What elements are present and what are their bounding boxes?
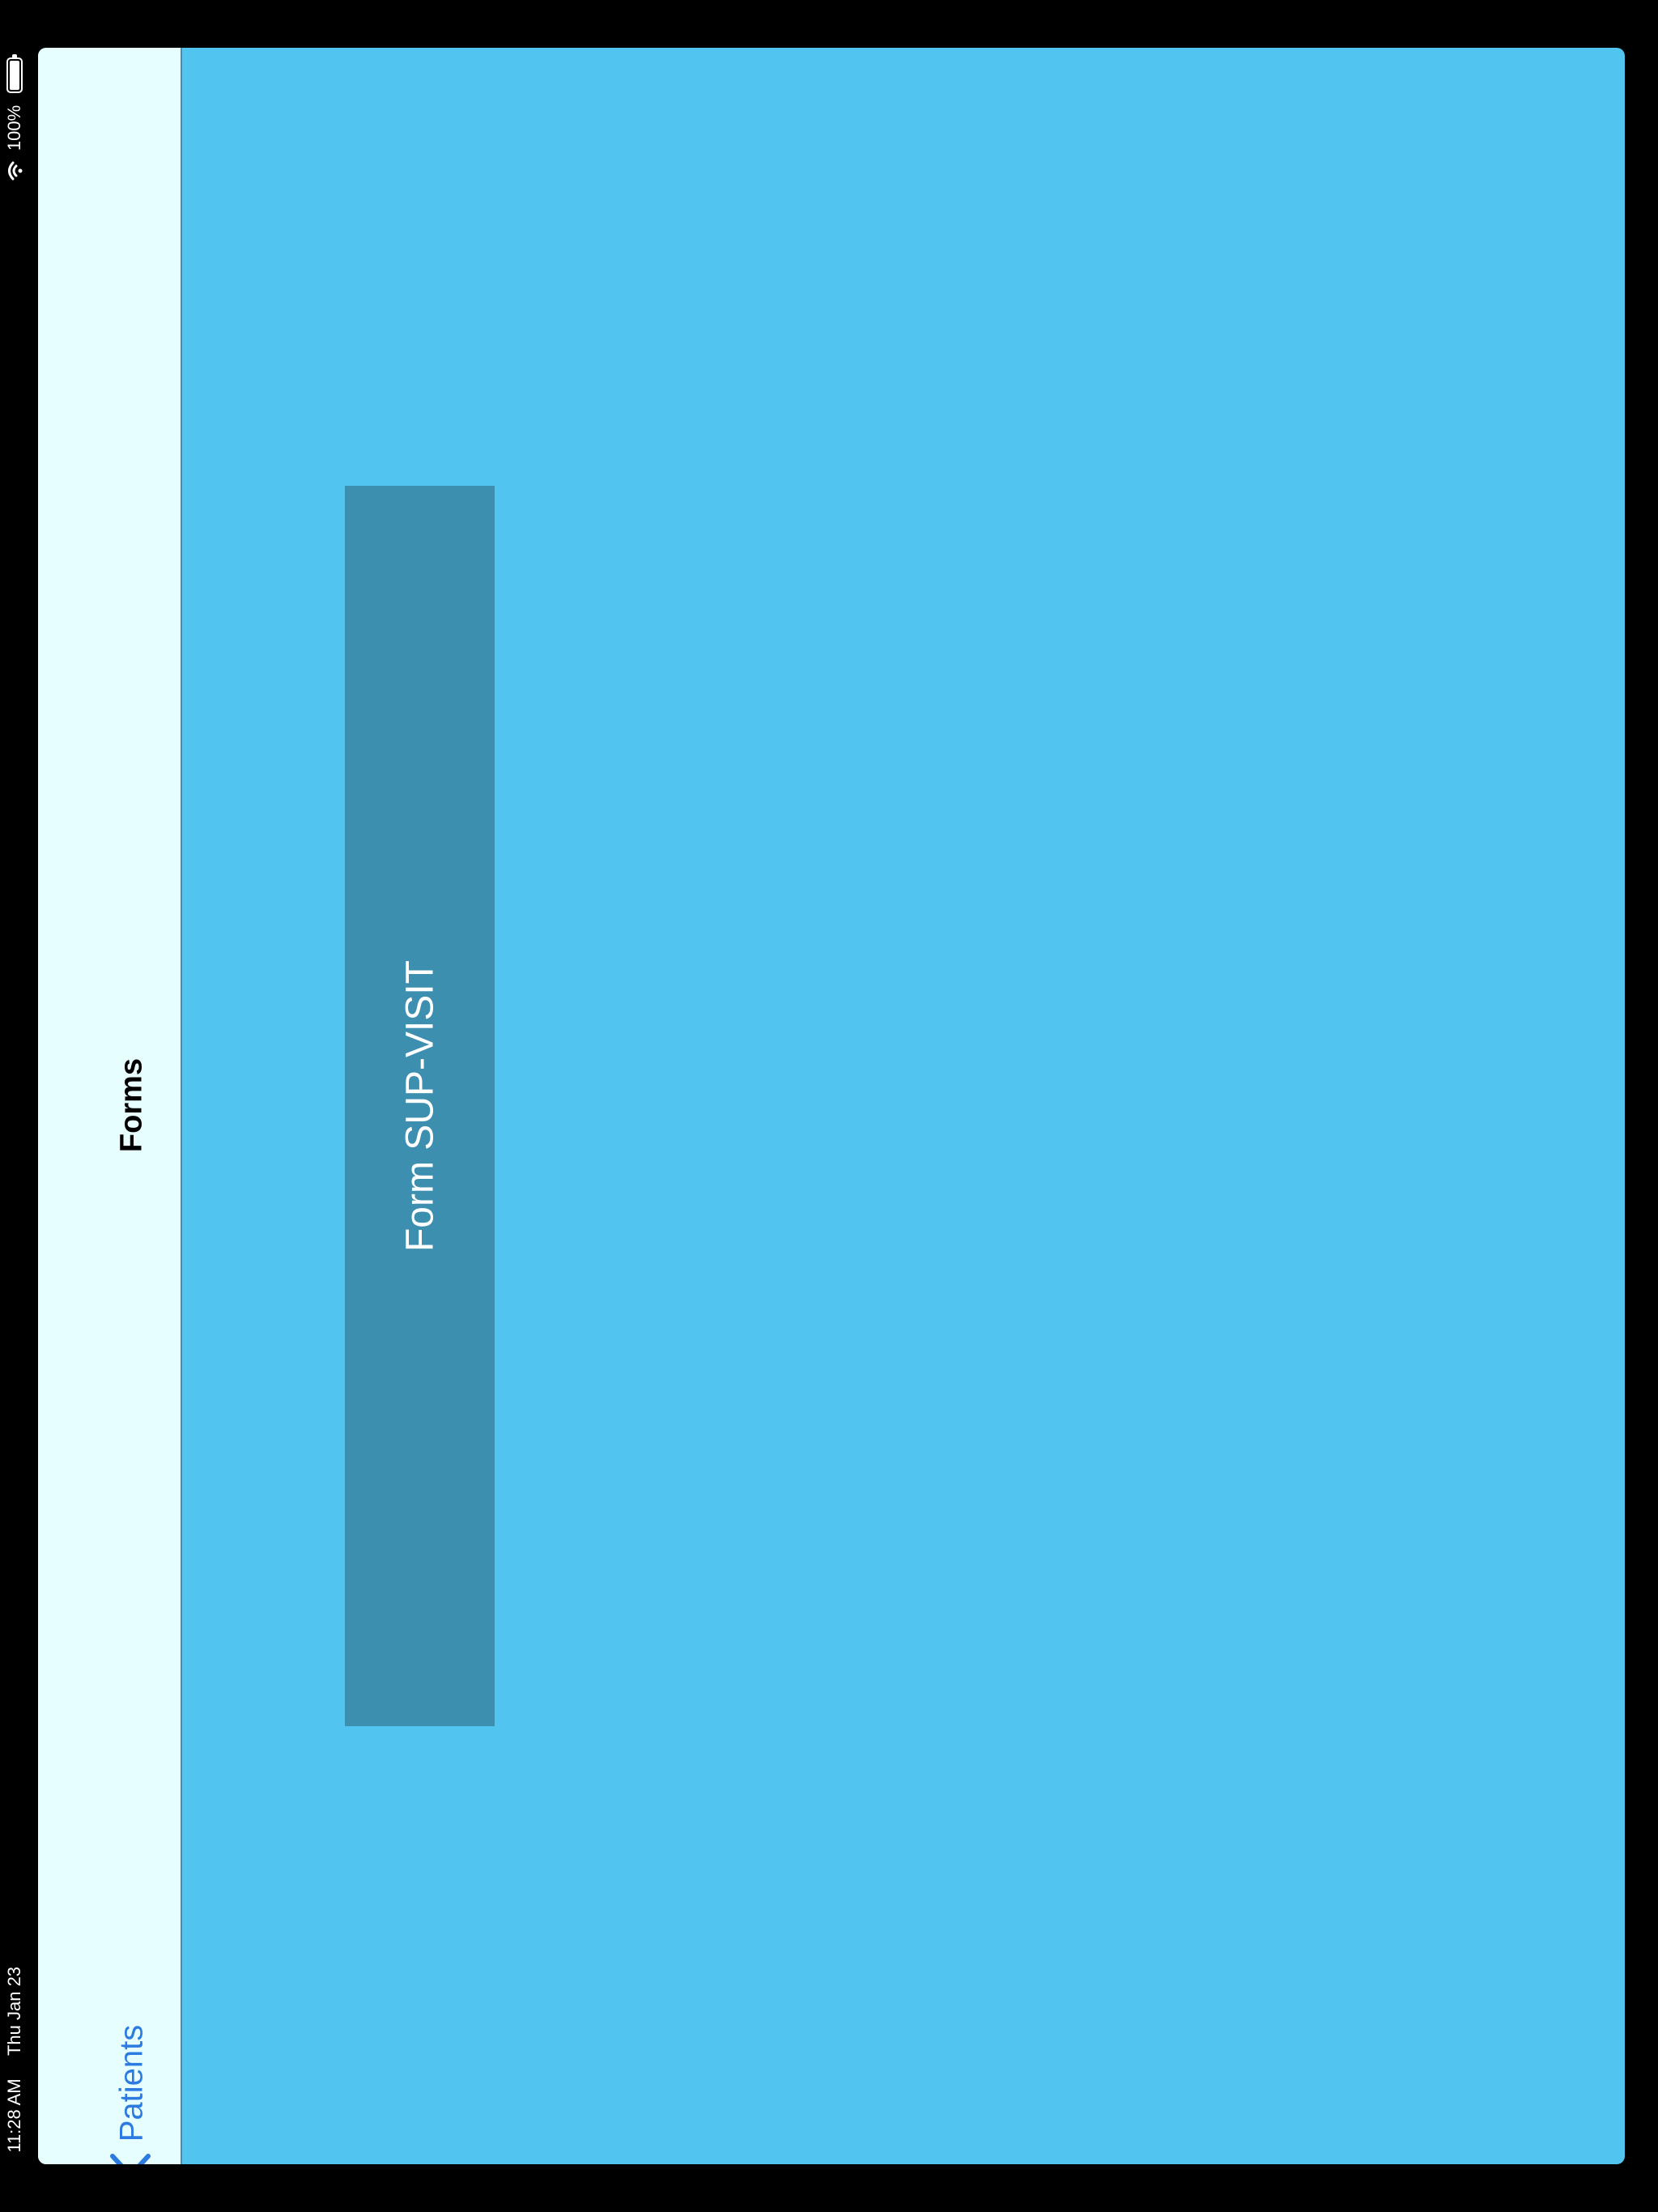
status-bar: 100% Thu Jan 23 11:28 AM xyxy=(0,0,32,2212)
form-sup-visit-button[interactable]: Form SUP-VISIT xyxy=(345,486,495,1726)
status-time: 11:28 AM xyxy=(4,2078,24,2153)
back-button-label[interactable]: Patients xyxy=(114,2025,151,2142)
battery-percent: 100% xyxy=(4,104,24,151)
status-date: Thu Jan 23 xyxy=(4,1966,24,2057)
form-button-label[interactable]: Form SUP-VISIT xyxy=(397,960,442,1252)
battery-level-fill xyxy=(10,61,19,90)
page-title: Forms xyxy=(114,1057,149,1153)
battery-icon xyxy=(6,54,23,93)
wifi-icon xyxy=(8,161,23,181)
navigation-bar: Forms Patients xyxy=(38,48,182,2164)
app-window: Forms Patients Form SUP-VISIT xyxy=(38,48,1625,2164)
screen: 100% Thu Jan 23 11:28 AM Forms Patients … xyxy=(0,0,1658,2212)
chevron-left-icon[interactable] xyxy=(108,2150,153,2164)
